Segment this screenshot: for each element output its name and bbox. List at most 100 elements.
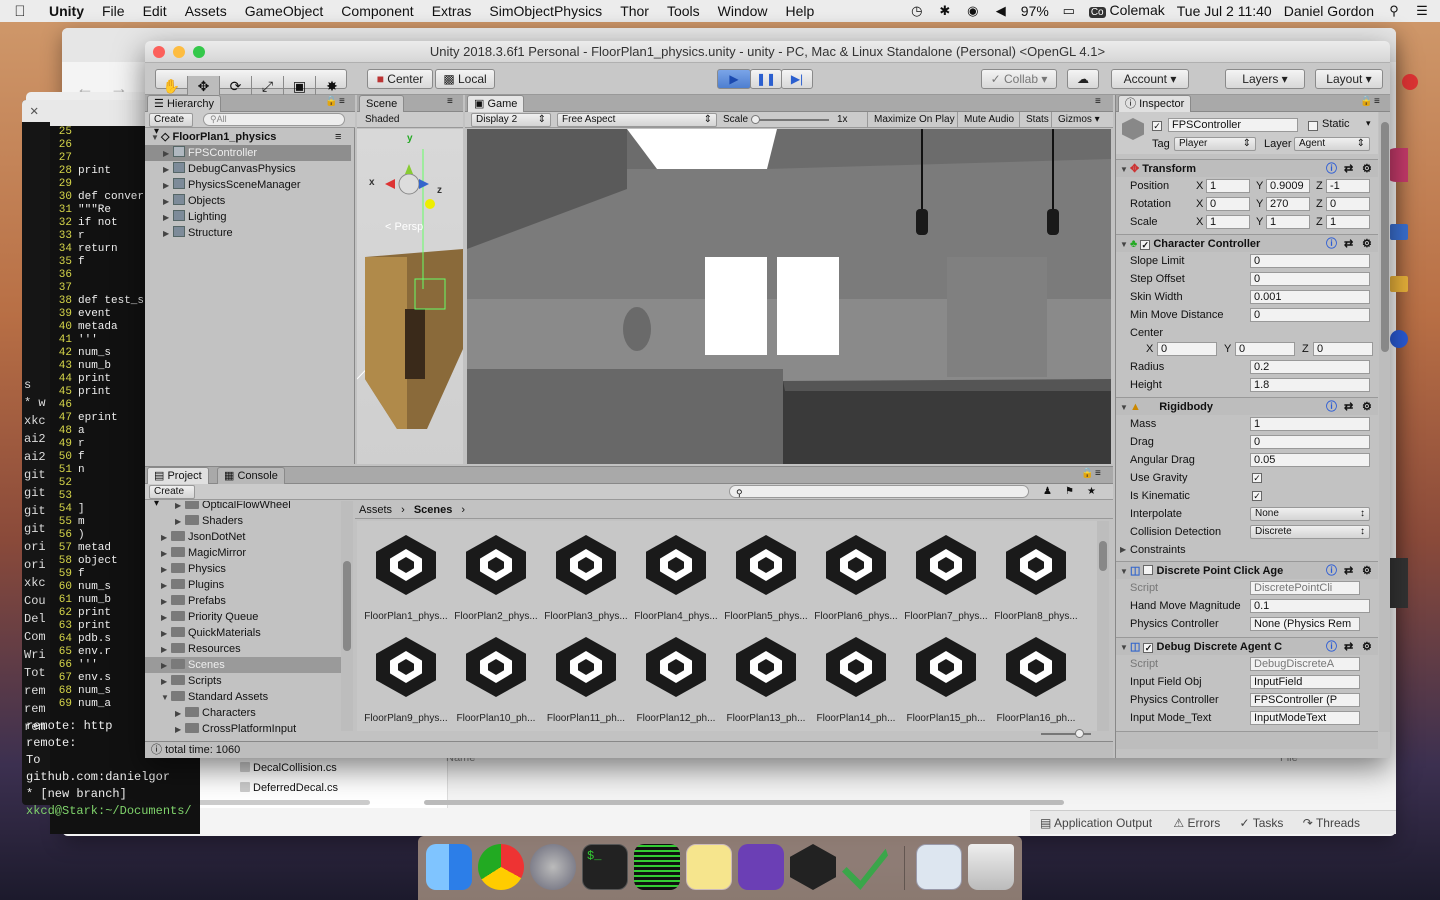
gear-icon[interactable]: ⚙ xyxy=(1362,398,1372,416)
stats-toggle[interactable]: Stats xyxy=(1019,112,1049,128)
chevron-down-icon[interactable]: ▾ xyxy=(1366,118,1371,129)
mass-field[interactable]: 1 xyxy=(1250,417,1370,431)
dpc-script-field[interactable]: DiscretePointCli xyxy=(1250,581,1360,595)
scale-slider-thumb[interactable] xyxy=(751,115,760,124)
time-machine-icon[interactable]: ◷ xyxy=(909,4,925,18)
folder-item[interactable]: ▶ Physics xyxy=(145,561,341,577)
menu-assets[interactable]: Assets xyxy=(176,3,236,19)
scene-asset[interactable]: FloorPlan9_phys... xyxy=(361,623,451,724)
hierarchy-item[interactable]: ▶ Structure xyxy=(145,225,233,241)
gizmo-z-icon[interactable]: z xyxy=(437,185,442,196)
collapse-arrow-icon[interactable]: ▶ xyxy=(163,146,173,162)
collapse-arrow-icon[interactable]: ▶ xyxy=(163,226,173,242)
horizontal-scrollbar[interactable] xyxy=(424,800,1064,805)
tab-project[interactable]: ▤ Project xyxy=(147,467,209,484)
preset-icon[interactable]: ⇄ xyxy=(1344,638,1353,656)
gear-icon[interactable]: ⚙ xyxy=(1362,562,1372,580)
display-dropdown[interactable]: Display 2 ⇕ xyxy=(471,113,551,127)
component-debug-discrete-agent-header[interactable]: ▼ ◫ ✓ Debug Discrete Agent C ⓘ ⇄ ⚙ xyxy=(1116,637,1378,655)
battery-icon[interactable]: ▭ xyxy=(1061,4,1077,18)
gear-icon[interactable]: ⚙ xyxy=(1362,638,1372,656)
collision-detection-dropdown[interactable]: Discrete ↕ xyxy=(1250,525,1370,539)
slope-limit-field[interactable]: 0 xyxy=(1250,254,1370,268)
rect-tool-icon[interactable]: ▣ xyxy=(284,76,316,96)
move-tool-icon[interactable]: ✥ xyxy=(188,76,220,96)
hierarchy-item[interactable]: ▶ FPSController xyxy=(145,145,351,161)
project-search-input[interactable]: ⚲ xyxy=(729,485,1029,498)
user-name[interactable]: Daniel Gordon xyxy=(1284,3,1374,19)
preset-icon[interactable]: ⇄ xyxy=(1344,160,1353,178)
component-character-controller-header[interactable]: ▼ ♣ ✓ Character Controller ⓘ ⇄ ⚙ xyxy=(1116,234,1378,252)
menu-gameobject[interactable]: GameObject xyxy=(236,3,333,19)
scene-asset[interactable]: FloorPlan1_phys... xyxy=(361,521,451,622)
clock[interactable]: Tue Jul 2 11:40 xyxy=(1177,3,1272,19)
scene-asset[interactable]: FloorPlan5_phys... xyxy=(721,521,811,622)
position-y-field[interactable]: 0.9009 xyxy=(1266,179,1310,193)
horizontal-scrollbar[interactable] xyxy=(190,800,370,805)
file-item[interactable]: DecalCollision.cs xyxy=(240,762,337,774)
is-kinematic-checkbox[interactable]: ✓ xyxy=(1252,491,1262,501)
folder-item[interactable]: ▶ MagicMirror xyxy=(145,545,341,561)
maximize-on-play-toggle[interactable]: Maximize On Play xyxy=(867,112,955,128)
project-create-dropdown[interactable]: Create ▾ xyxy=(149,485,195,509)
gear-icon[interactable]: ⚙ xyxy=(1362,235,1372,253)
collapse-arrow-icon[interactable]: ▶ xyxy=(161,530,171,546)
folder-item[interactable]: ▼ Standard Assets xyxy=(145,689,341,705)
preset-icon[interactable]: ⇄ xyxy=(1344,562,1353,580)
pause-button[interactable]: ❚❚ xyxy=(750,69,782,89)
collapse-arrow-icon[interactable]: ▶ xyxy=(161,626,171,642)
bluetooth-icon[interactable]: ✱ xyxy=(937,4,953,18)
folder-item[interactable]: ▶ Priority Queue xyxy=(145,609,341,625)
radius-field[interactable]: 0.2 xyxy=(1250,360,1370,374)
scale-y-field[interactable]: 1 xyxy=(1266,215,1310,229)
collapse-arrow-icon[interactable]: ▶ xyxy=(175,722,185,738)
chrome-icon[interactable] xyxy=(478,844,524,890)
tree-scrollbar-thumb[interactable] xyxy=(343,561,351,651)
collapse-arrow-icon[interactable]: ▶ xyxy=(163,210,173,226)
volume-icon[interactable]: ◀ xyxy=(993,4,1009,18)
keyboard-layout[interactable]: Colemak xyxy=(1110,2,1165,18)
tag-dropdown[interactable]: Player ⇕ xyxy=(1174,137,1256,151)
component-enabled-checkbox[interactable] xyxy=(1143,565,1154,575)
spotlight-search-icon[interactable]: ⚲ xyxy=(1386,4,1402,18)
trash-icon[interactable] xyxy=(968,844,1014,890)
dpc-physics-controller-field[interactable]: None (Physics Rem xyxy=(1250,617,1360,631)
file-item[interactable]: DeferredDecal.cs xyxy=(240,782,338,794)
scale-z-field[interactable]: 1 xyxy=(1326,215,1370,229)
gear-icon[interactable]: ⚙ xyxy=(1362,160,1372,178)
vim-icon[interactable] xyxy=(842,848,888,890)
gizmos-dropdown[interactable]: Gizmos ▾ xyxy=(1051,112,1100,128)
collapse-arrow-icon[interactable]: ▶ xyxy=(161,674,171,690)
zoom-window-button[interactable] xyxy=(193,46,205,58)
center-x-field[interactable]: 0 xyxy=(1157,342,1217,356)
scene-asset[interactable]: FloorPlan10_ph... xyxy=(451,623,541,724)
rotation-y-field[interactable]: 270 xyxy=(1266,197,1310,211)
minimize-window-button[interactable] xyxy=(173,46,185,58)
folder-item[interactable]: ▶ Scripts xyxy=(145,673,341,689)
component-rigidbody-header[interactable]: ▼ ▲ Rigidbody ⓘ ⇄ ⚙ xyxy=(1116,397,1378,415)
collapse-arrow-icon[interactable]: ▶ xyxy=(161,562,171,578)
breadcrumb-assets[interactable]: Assets xyxy=(359,504,392,516)
folder-item[interactable]: ▶ Prefabs xyxy=(145,593,341,609)
mute-audio-toggle[interactable]: Mute Audio xyxy=(957,112,1014,128)
preset-icon[interactable]: ⇄ xyxy=(1344,235,1353,253)
position-x-field[interactable]: 1 xyxy=(1206,179,1250,193)
aspect-dropdown[interactable]: Free Aspect ⇕ xyxy=(557,113,717,127)
tab-application-output[interactable]: Application Output xyxy=(1054,816,1152,830)
min-move-distance-field[interactable]: 0 xyxy=(1250,308,1370,322)
tab-tasks[interactable]: Tasks xyxy=(1253,816,1284,830)
folder-item[interactable]: ▶ Scenes xyxy=(145,657,341,673)
menu-file[interactable]: File xyxy=(93,3,134,19)
finder-icon[interactable] xyxy=(426,844,472,890)
scene-menu-icon[interactable]: ≡ xyxy=(335,129,341,145)
hand-tool-icon[interactable]: ✋ xyxy=(156,76,188,96)
notification-center-icon[interactable]: ☰ xyxy=(1414,4,1430,18)
step-button[interactable]: ▶| xyxy=(781,69,813,89)
visual-studio-icon[interactable] xyxy=(738,844,784,890)
menu-edit[interactable]: Edit xyxy=(134,3,176,19)
folder-item[interactable]: ▶ Resources xyxy=(145,641,341,657)
menu-help[interactable]: Help xyxy=(776,3,823,19)
menu-tools[interactable]: Tools xyxy=(658,3,709,19)
alert-icon[interactable] xyxy=(1402,74,1418,90)
scene-asset[interactable]: FloorPlan12_ph... xyxy=(631,623,721,724)
